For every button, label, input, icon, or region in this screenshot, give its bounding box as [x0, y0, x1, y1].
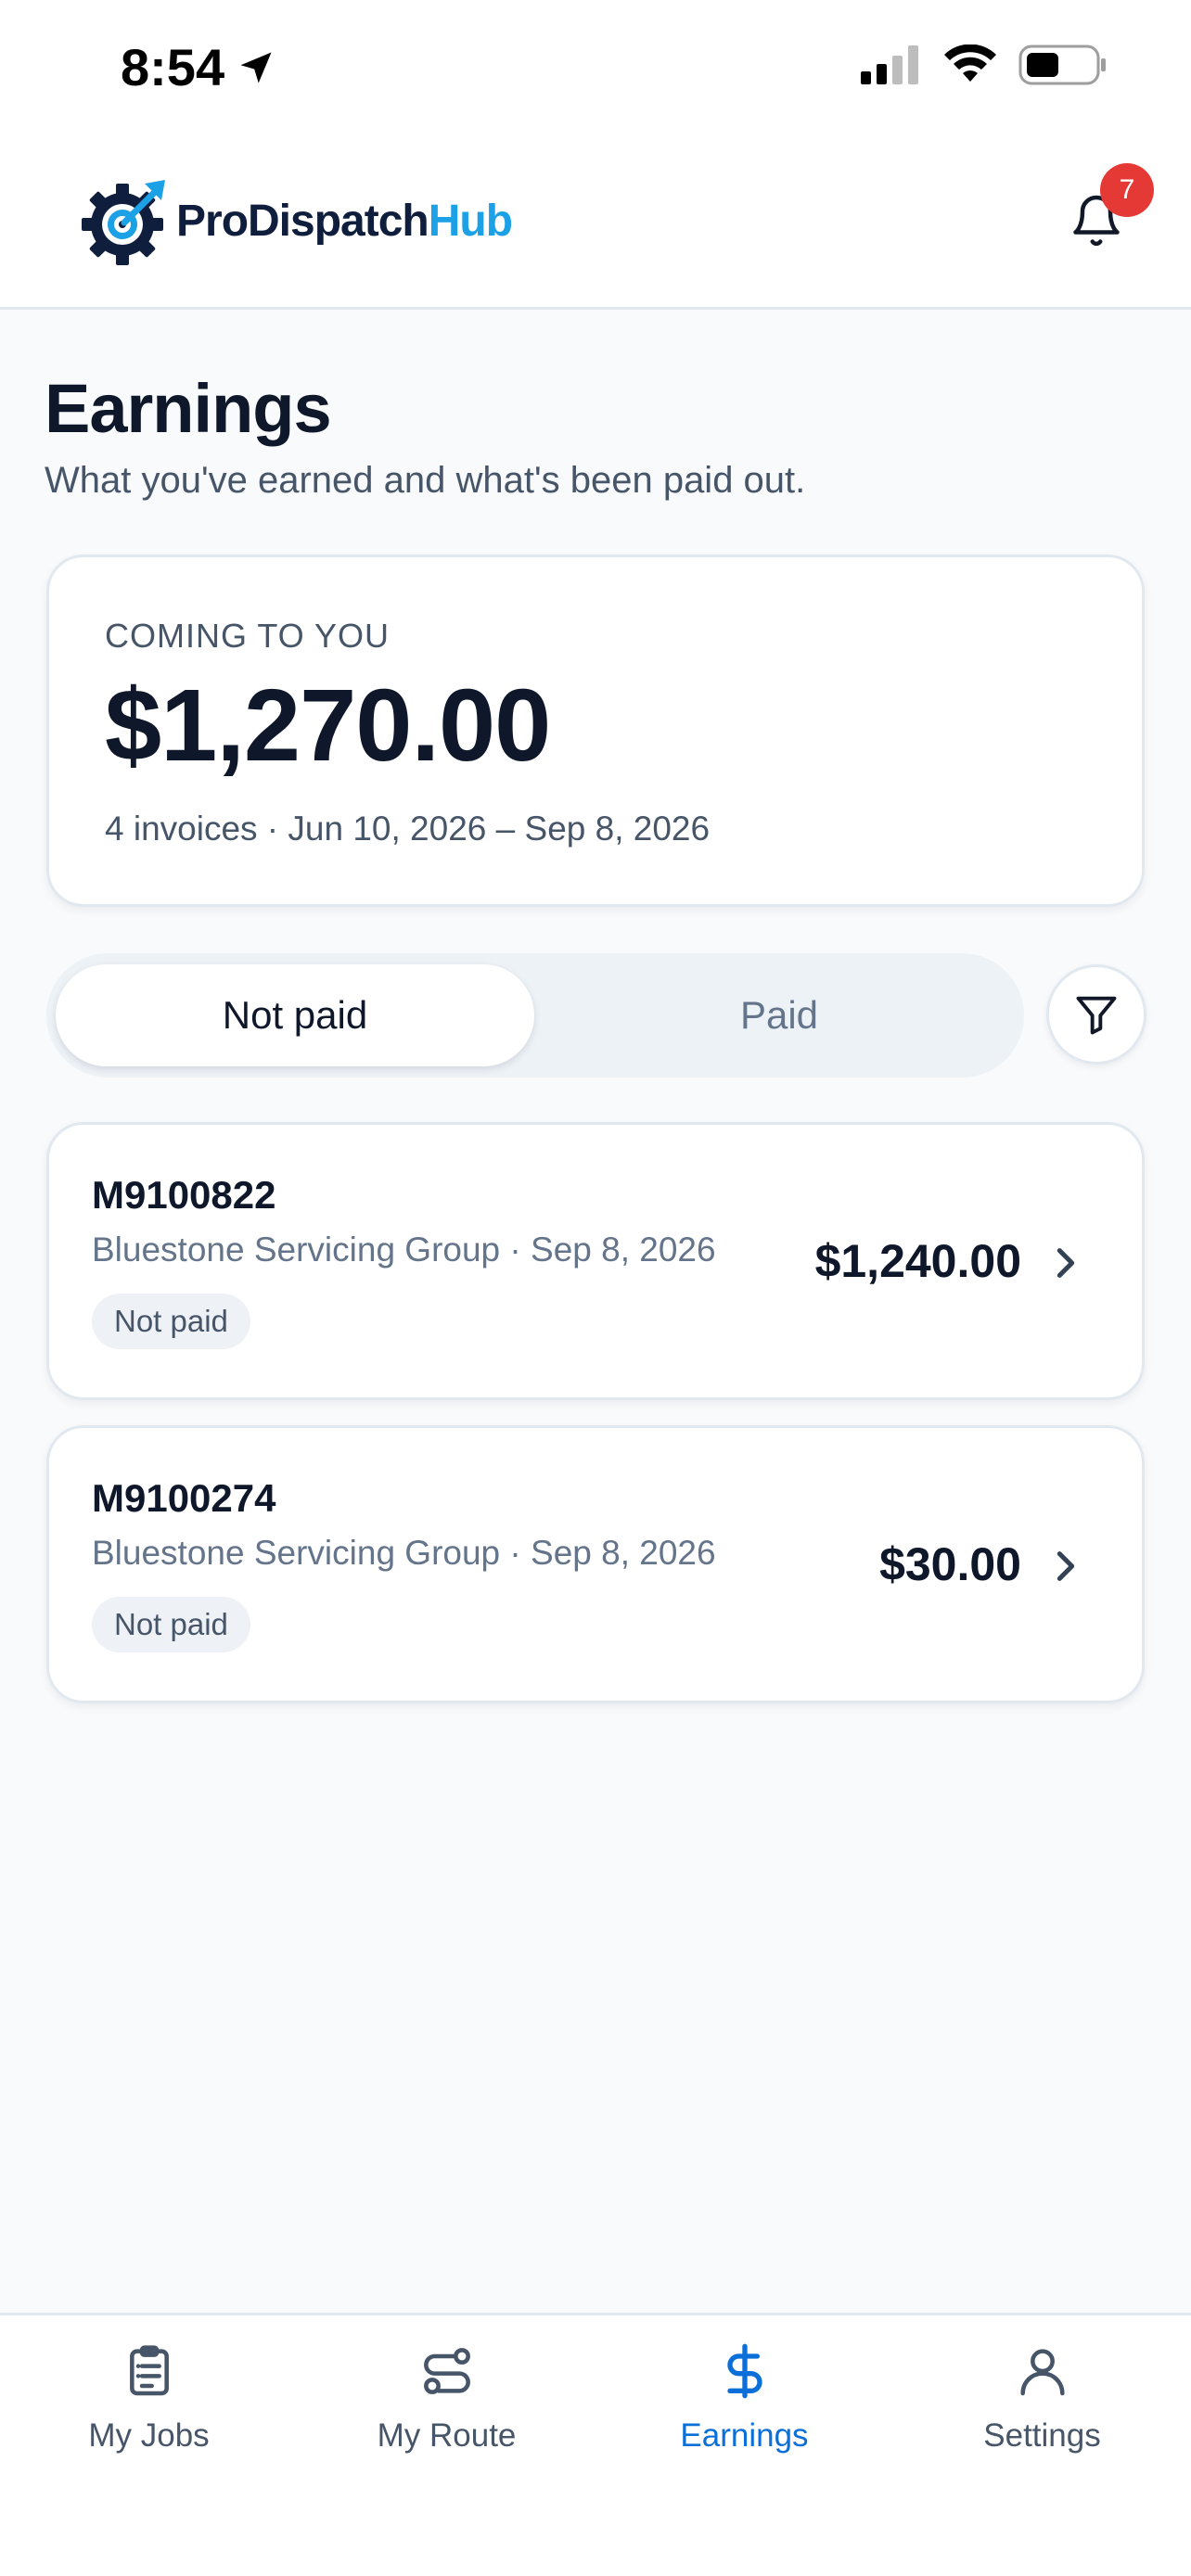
filter-icon — [1076, 996, 1117, 1035]
invoice-amount: $1,240.00 — [814, 1235, 1021, 1287]
invoice-id: M9100822 — [92, 1173, 276, 1217]
invoice-meta: Bluestone Servicing Group · Sep 8, 2026 — [92, 1231, 716, 1269]
cellular-signal-icon — [861, 45, 918, 84]
clipboard-icon — [129, 2345, 169, 2396]
invoice-card[interactable]: M9100822 Bluestone Servicing Group · Sep… — [46, 1122, 1145, 1400]
invoice-card[interactable]: M9100274 Bluestone Servicing Group · Sep… — [46, 1425, 1145, 1703]
logo-wordmark: ProDispatchHub — [176, 196, 513, 247]
nav-label: My Jobs — [88, 2417, 210, 2454]
filter-button[interactable] — [1046, 964, 1146, 1065]
wifi-icon — [944, 45, 996, 82]
user-icon — [1019, 2349, 1065, 2396]
location-arrow-icon — [240, 52, 272, 83]
status-time: 8:54 — [121, 37, 276, 97]
logo-text-pro: ProDispatch — [176, 196, 429, 246]
summary-amount: $1,270.00 — [105, 669, 551, 783]
chevron-right-icon — [1057, 1551, 1075, 1581]
status-badge: Not paid — [92, 1597, 250, 1652]
app-header: ProDispatchHub 7 — [0, 139, 1191, 310]
nav-label: My Route — [377, 2417, 517, 2454]
notification-badge: 7 — [1100, 163, 1154, 217]
tab-paid[interactable]: Paid — [547, 964, 1011, 1066]
nav-item-my-route[interactable]: My Route — [298, 2341, 596, 2471]
nav-item-my-jobs[interactable]: My Jobs — [0, 2341, 298, 2471]
chevron-right-icon — [1057, 1248, 1075, 1278]
nav-label: Earnings — [680, 2417, 809, 2454]
status-icons — [861, 45, 1108, 85]
app-logo[interactable]: ProDispatchHub — [80, 176, 513, 265]
invoice-amount: $30.00 — [879, 1538, 1021, 1590]
nav-label: Settings — [983, 2417, 1101, 2454]
tab-not-paid[interactable]: Not paid — [56, 964, 534, 1066]
nav-item-settings[interactable]: Settings — [893, 2341, 1191, 2471]
logo-text-hub: Hub — [428, 196, 513, 246]
route-icon — [423, 2348, 470, 2394]
status-time-text: 8:54 — [121, 38, 225, 96]
summary-meta: 4 invoices · Jun 10, 2026 – Sep 8, 2026 — [105, 810, 711, 848]
invoice-id: M9100274 — [92, 1476, 276, 1520]
page-subtitle: What you've earned and what's been paid … — [45, 460, 806, 501]
payment-status-toggle: Not paid Paid — [46, 953, 1024, 1078]
page-title: Earnings — [45, 370, 332, 447]
invoice-meta: Bluestone Servicing Group · Sep 8, 2026 — [92, 1534, 716, 1572]
nav-item-earnings[interactable]: Earnings — [596, 2341, 893, 2471]
battery-icon — [1018, 45, 1106, 85]
dollar-icon — [726, 2343, 762, 2399]
bottom-nav: My Jobs My Route Earnings Settings — [0, 2313, 1191, 2576]
summary-label: COMING TO YOU — [105, 617, 391, 655]
status-bar: 8:54 — [0, 0, 1191, 139]
status-badge: Not paid — [92, 1294, 250, 1349]
earnings-summary-card: COMING TO YOU $1,270.00 4 invoices · Jun… — [46, 555, 1145, 907]
gear-target-logo-icon — [82, 180, 165, 265]
